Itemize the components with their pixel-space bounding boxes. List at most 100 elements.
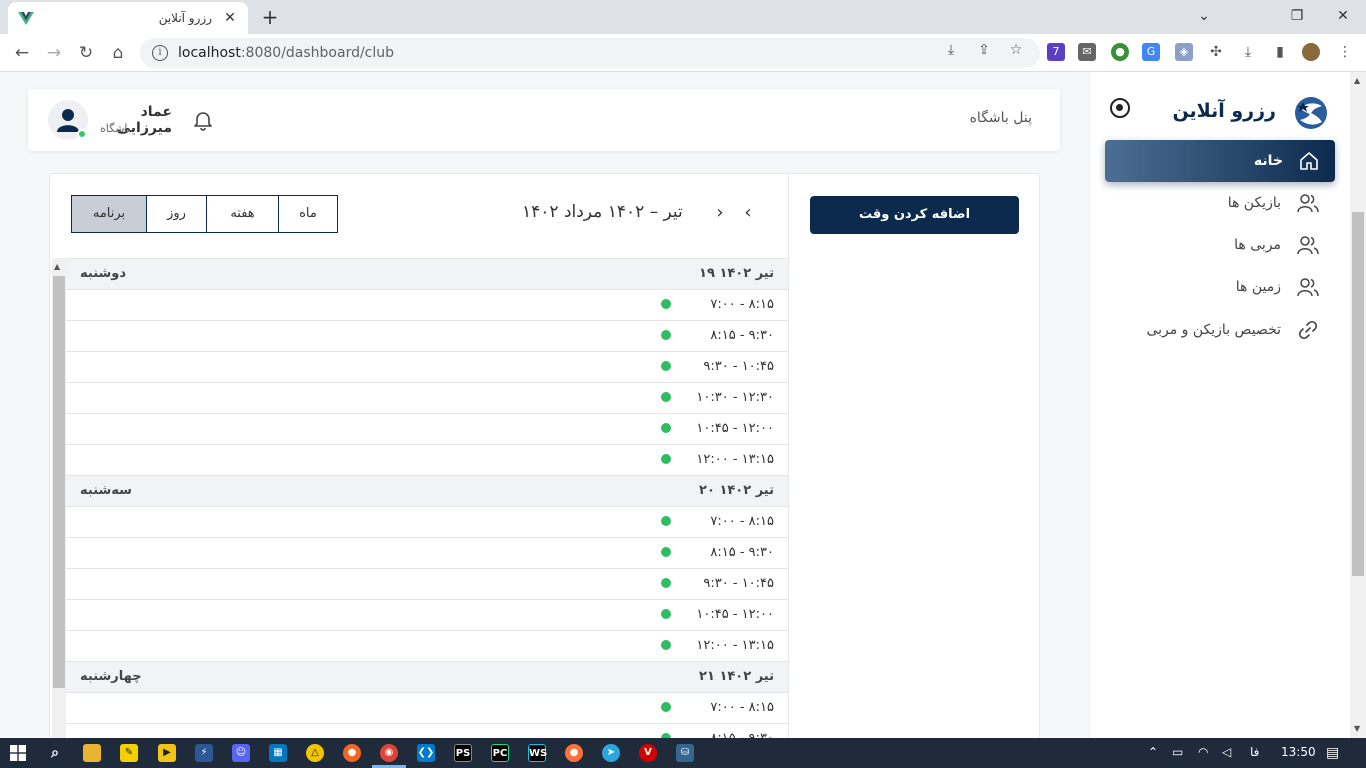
bell-icon[interactable] xyxy=(192,109,214,131)
home-button-icon[interactable]: ⌂ xyxy=(106,41,130,65)
battery-icon[interactable]: ▭ xyxy=(1172,745,1183,759)
site-info-icon[interactable]: i xyxy=(152,45,168,61)
webstorm-icon[interactable]: WS xyxy=(528,744,547,762)
search-icon[interactable]: ⌕ xyxy=(46,744,64,762)
event-dot xyxy=(661,609,671,619)
add-time-button[interactable]: اضافه کردن وقت xyxy=(810,196,1019,234)
app-icon[interactable]: △ xyxy=(306,744,324,762)
event-row[interactable]: ۱۰:۳۰ - ۱۲:۳۰ xyxy=(66,383,788,414)
view-week-button[interactable]: هفته xyxy=(206,195,279,233)
sidebar-item-fields[interactable]: زمین ها xyxy=(1105,266,1335,308)
day-date[interactable]: ۲۱ تیر ۱۴۰۲ xyxy=(699,669,774,684)
page-scroll-up-icon[interactable]: ▲ xyxy=(1354,76,1360,85)
scroll-up-icon[interactable]: ▲ xyxy=(54,262,60,271)
clock[interactable]: 13:50 xyxy=(1281,745,1316,759)
downloads-icon[interactable]: ⤓ xyxy=(1239,43,1257,61)
sidebar-item-assign[interactable]: تخصیص بازیکن و مربی xyxy=(1105,309,1335,351)
page-scroll-thumb[interactable] xyxy=(1352,212,1364,576)
mail-extension-icon[interactable]: ✉ xyxy=(1078,43,1096,61)
view-day-button[interactable]: روز xyxy=(146,195,207,233)
sticky-notes-icon[interactable]: ✎ xyxy=(120,744,138,762)
users-icon xyxy=(1297,236,1319,255)
event-row[interactable]: ۱۰:۴۵ - ۱۲:۰۰ xyxy=(66,600,788,631)
pycharm-icon[interactable]: PC xyxy=(491,744,509,762)
day-header: سه‌شنبه ۲۰ تیر ۱۴۰۲ xyxy=(66,476,788,507)
notifications-icon[interactable]: ▤ xyxy=(1326,745,1339,761)
url-bar[interactable]: i localhost:8080/dashboard/club xyxy=(140,38,1040,68)
event-row[interactable]: ۸:۱۵ - ۹:۳۰ xyxy=(66,538,788,569)
list-scrollbar[interactable]: ▲ xyxy=(52,258,66,738)
event-row[interactable]: ۱۲:۰۰ - ۱۳:۱۵ xyxy=(66,445,788,476)
phpstorm-icon[interactable]: PS xyxy=(454,744,472,762)
window-close-icon[interactable]: ✕ xyxy=(1331,4,1355,28)
tray-expand-icon[interactable]: ⌃ xyxy=(1148,745,1158,759)
prev-icon[interactable]: ‹ xyxy=(738,201,758,225)
sidebar-item-home[interactable]: خانه xyxy=(1105,140,1335,182)
browser-menu-icon[interactable]: ⋮ xyxy=(1336,43,1354,61)
user-icon xyxy=(57,109,79,132)
sidebar-toggle-icon[interactable] xyxy=(1110,98,1130,118)
event-time: ۱۰:۳۰ - ۱۲:۳۰ xyxy=(696,390,774,405)
event-row[interactable]: ۹:۳۰ - ۱۰:۴۵ xyxy=(66,352,788,383)
event-row[interactable]: ۱۲:۰۰ - ۱۳:۱۵ xyxy=(66,631,788,662)
language-indicator[interactable]: فا xyxy=(1250,745,1259,759)
volume-icon[interactable]: ◁ xyxy=(1222,745,1231,759)
chrome-icon[interactable]: ◉ xyxy=(380,744,398,762)
browser-tab[interactable]: رزرو آنلاین ✕ xyxy=(8,2,248,34)
event-row[interactable]: ۷:۰۰ - ۸:۱۵ xyxy=(66,507,788,538)
sidebar-item-players[interactable]: بازیکن ها xyxy=(1105,182,1335,224)
file-explorer-icon[interactable] xyxy=(83,744,101,762)
tab-close-icon[interactable]: ✕ xyxy=(222,10,238,26)
sidebar-item-coaches[interactable]: مربی ها xyxy=(1105,224,1335,266)
view-list-button[interactable]: برنامه xyxy=(71,195,147,233)
bookmark-star-icon[interactable]: ☆ xyxy=(1007,41,1025,59)
shield-extension-icon[interactable]: ◈ xyxy=(1175,43,1193,61)
event-row[interactable]: ۷:۰۰ - ۸:۱۵ xyxy=(66,290,788,321)
extensions-puzzle-icon[interactable]: ✣ xyxy=(1207,43,1225,61)
discord-icon[interactable]: ☺ xyxy=(232,744,250,762)
day-date[interactable]: ۲۰ تیر ۱۴۰۲ xyxy=(699,483,774,498)
translate-extension-icon[interactable]: G xyxy=(1142,43,1160,61)
event-row[interactable]: ۸:۱۵ - ۹:۳۰ xyxy=(66,724,788,738)
vscode-icon[interactable]: ❮❯ xyxy=(417,744,435,762)
day-date[interactable]: ۱۹ تیر ۱۴۰۲ xyxy=(699,266,774,281)
event-row[interactable]: ۱۰:۴۵ - ۱۲:۰۰ xyxy=(66,414,788,445)
minimize-icon[interactable]: ⌄ xyxy=(1192,4,1216,28)
restore-icon[interactable]: ❐ xyxy=(1285,4,1309,28)
back-icon[interactable]: ← xyxy=(10,41,34,65)
list-scroll-thumb[interactable] xyxy=(53,276,65,688)
app-icon[interactable]: ⚡ xyxy=(195,744,213,762)
view-month-button[interactable]: ماه xyxy=(278,195,338,233)
page-viewport: پنل باشگاه عماد میرزایی باشگاه اضافه کرد… xyxy=(0,72,1366,738)
extension-badge-icon[interactable]: 7 xyxy=(1047,43,1065,61)
day-name[interactable]: سه‌شنبه xyxy=(80,483,132,498)
sidebar-item-label: بازیکن ها xyxy=(1227,195,1281,211)
trello-icon[interactable]: ▦ xyxy=(269,744,287,762)
vivaldi-icon[interactable]: V xyxy=(639,744,657,762)
page-scroll-down-icon[interactable]: ▼ xyxy=(1354,724,1360,733)
event-row[interactable]: ۹:۳۰ - ۱۰:۴۵ xyxy=(66,569,788,600)
wifi-icon[interactable]: ◠ xyxy=(1198,745,1208,759)
event-row[interactable]: ۸:۱۵ - ۹:۳۰ xyxy=(66,321,788,352)
firefox-icon[interactable]: ● xyxy=(565,744,583,762)
sidebar-item-label: تخصیص بازیکن و مربی xyxy=(1146,322,1281,338)
day-name[interactable]: دوشنبه xyxy=(80,266,126,281)
share-icon[interactable]: ⇪ xyxy=(975,41,993,59)
media-player-icon[interactable]: ▶ xyxy=(158,744,176,762)
new-tab-button[interactable]: + xyxy=(258,5,282,29)
event-row[interactable]: ۷:۰۰ - ۸:۱۵ xyxy=(66,693,788,724)
install-icon[interactable]: ⤓ xyxy=(942,41,960,59)
pgadmin-icon[interactable]: ⛁ xyxy=(676,744,694,762)
sidepanel-icon[interactable]: ▮ xyxy=(1271,43,1289,61)
day-name[interactable]: چهارشنبه xyxy=(80,669,142,684)
windows-start-icon[interactable] xyxy=(10,745,26,761)
event-time: ۱۲:۰۰ - ۱۳:۱۵ xyxy=(696,638,774,653)
postman-icon[interactable]: ● xyxy=(343,744,361,762)
telegram-icon[interactable]: ➤ xyxy=(602,744,620,762)
forward-icon[interactable]: → xyxy=(42,41,66,65)
profile-avatar-icon[interactable] xyxy=(1302,43,1320,61)
page-scrollbar[interactable]: ▲ ▼ xyxy=(1350,72,1366,738)
url-text: localhost:8080/dashboard/club xyxy=(178,45,395,61)
globe-extension-icon[interactable]: ● xyxy=(1111,43,1129,61)
reload-icon[interactable]: ↻ xyxy=(74,41,98,65)
